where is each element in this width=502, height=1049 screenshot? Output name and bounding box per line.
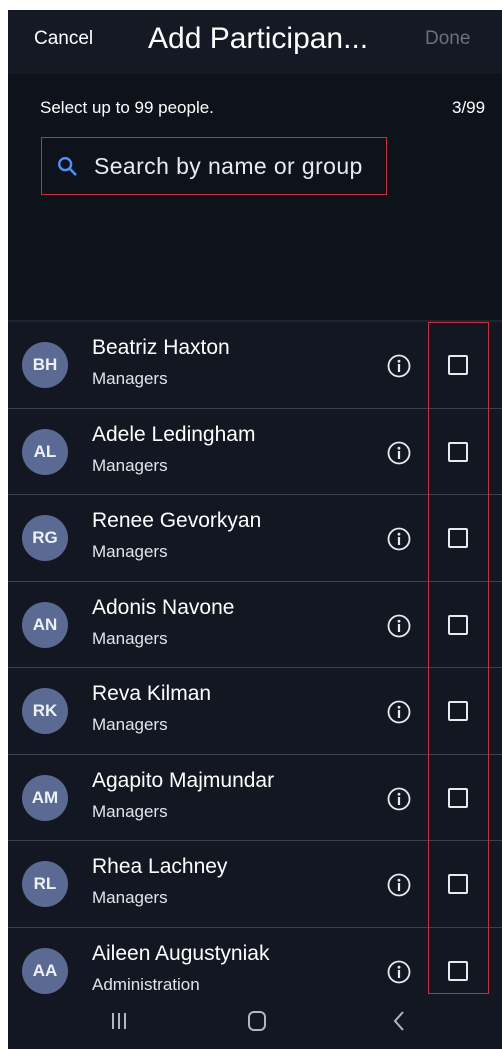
participant-name: Renee Gevorkyan: [92, 509, 262, 532]
avatar: AL: [22, 428, 68, 475]
back-icon[interactable]: [393, 1010, 405, 1032]
avatar: RG: [22, 515, 68, 561]
info-icon[interactable]: [386, 872, 412, 898]
select-checkbox[interactable]: [448, 528, 468, 548]
participant-name: Agapito Majmundar: [92, 768, 275, 792]
participant-group: Administration: [92, 974, 200, 994]
select-checkbox[interactable]: [448, 614, 468, 635]
system-navigation-bar: [8, 995, 502, 1049]
select-checkbox[interactable]: [448, 960, 468, 981]
participant-group: Managers: [92, 455, 168, 475]
select-checkbox[interactable]: [448, 701, 468, 721]
select-checkbox[interactable]: [448, 355, 468, 375]
avatar: BH: [22, 342, 68, 388]
select-checkbox[interactable]: [448, 874, 468, 894]
done-button[interactable]: Done: [425, 28, 470, 50]
avatar: AN: [22, 601, 68, 648]
info-icon[interactable]: [386, 526, 412, 552]
participant-group: Managers: [92, 888, 168, 907]
list-item[interactable]: AL Adele Ledingham Managers: [8, 409, 502, 495]
list-item[interactable]: AM Agapito Majmundar Managers: [8, 755, 502, 841]
recents-icon[interactable]: [111, 1012, 127, 1030]
info-icon[interactable]: [386, 440, 412, 466]
list-item[interactable]: BH Beatriz Haxton Managers: [8, 322, 502, 409]
header-bar: Cancel Add Participan... Done: [8, 10, 502, 74]
participant-name: Aileen Augustyniak: [92, 941, 270, 965]
info-icon[interactable]: [386, 959, 412, 985]
participant-group: Managers: [92, 542, 168, 561]
top-strip: [0, 0, 502, 10]
participant-name: Rhea Lachney: [92, 855, 228, 878]
info-icon[interactable]: [386, 353, 412, 379]
info-icon[interactable]: [386, 786, 412, 812]
participant-name: Reva Kilman: [92, 682, 212, 705]
participant-group: Managers: [92, 801, 168, 821]
cancel-button[interactable]: Cancel: [34, 28, 93, 50]
participant-list: BH Beatriz Haxton Managers AL Adele Ledi…: [8, 322, 502, 1014]
list-item[interactable]: AN Adonis Navone Managers: [8, 582, 502, 668]
participant-group: Managers: [92, 369, 168, 388]
list-item[interactable]: RG Renee Gevorkyan Managers: [8, 495, 502, 582]
add-participants-screen: Cancel Add Participan... Done Select up …: [8, 10, 502, 1049]
avatar: AA: [22, 947, 68, 994]
participant-group: Managers: [92, 628, 168, 648]
participant-name: Adele Ledingham: [92, 422, 256, 446]
selection-hint: Select up to 99 people.: [40, 98, 214, 117]
info-icon[interactable]: [386, 699, 412, 725]
home-icon[interactable]: [248, 1011, 266, 1031]
info-icon[interactable]: [386, 613, 412, 639]
participant-group: Managers: [92, 715, 168, 734]
participant-name: Adonis Navone: [92, 595, 235, 619]
select-checkbox[interactable]: [448, 441, 468, 462]
avatar: RK: [22, 688, 68, 734]
search-icon: [58, 157, 77, 176]
avatar: RL: [22, 861, 68, 907]
selection-count: 3/99: [452, 98, 486, 117]
search-input[interactable]: Search by name or group: [94, 153, 363, 180]
page-title: Add Participan...: [148, 22, 369, 55]
participant-name: Beatriz Haxton: [92, 336, 230, 359]
list-item[interactable]: RK Reva Kilman Managers: [8, 668, 502, 755]
list-item[interactable]: RL Rhea Lachney Managers: [8, 841, 502, 928]
avatar: AM: [22, 774, 68, 821]
search-field[interactable]: Search by name or group: [41, 137, 387, 195]
select-checkbox[interactable]: [448, 787, 468, 808]
